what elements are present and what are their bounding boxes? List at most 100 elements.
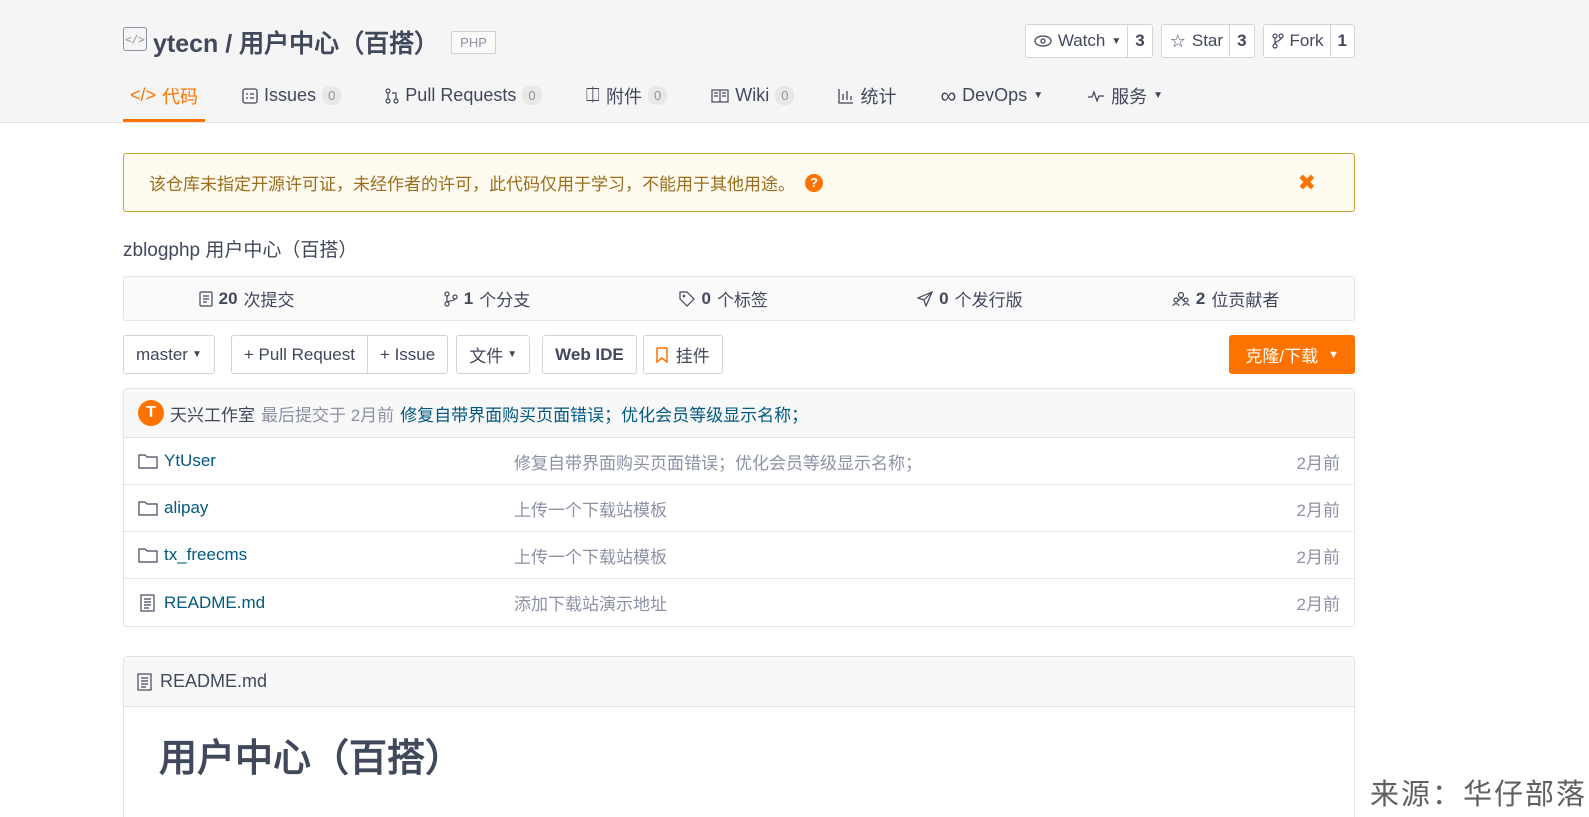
stat-value: 20 bbox=[218, 288, 238, 308]
stat-releases[interactable]: 0 个发行版 bbox=[917, 286, 1023, 311]
pulse-icon bbox=[1088, 89, 1105, 102]
repo-title[interactable]: ytecn / 用户中心（百搭） bbox=[153, 24, 439, 60]
language-badge[interactable]: PHP bbox=[451, 30, 496, 54]
watermark: 来源：华仔部落 bbox=[1369, 777, 1587, 811]
watch-label: Watch bbox=[1057, 31, 1106, 50]
stat-branches[interactable]: 1 个分支 bbox=[444, 286, 530, 311]
repo-heading: </> ytecn / 用户中心（百搭） PHP Watch ▼ 3 ☆ Star … bbox=[123, 22, 1355, 62]
repo-actions: master ▼ + Pull Request + Issue 文件 ▼ Web I… bbox=[123, 335, 1355, 374]
caret-down-icon: ▼ bbox=[507, 349, 518, 360]
file-name-link[interactable]: README.md bbox=[164, 593, 265, 613]
close-icon[interactable]: ✖ bbox=[1298, 170, 1316, 196]
last-commit-bar: T 天兴工作室 最后提交于 2月前 修复自带界面购买页面错误；优化会员等级显示名… bbox=[124, 389, 1354, 438]
file-commit-message[interactable]: 上传一个下载站模板 bbox=[514, 543, 1297, 568]
branch-label: master bbox=[136, 344, 188, 364]
tab-issues[interactable]: Issues 0 bbox=[235, 72, 348, 122]
folder-icon bbox=[138, 548, 158, 563]
tab-pull-requests[interactable]: Pull Requests 0 bbox=[378, 72, 548, 122]
branch-select[interactable]: master ▼ bbox=[123, 335, 215, 374]
stat-label: 位贡献者 bbox=[1211, 291, 1280, 310]
caret-down-icon: ▼ bbox=[1328, 348, 1339, 361]
file-commit-message[interactable]: 上传一个下载站模板 bbox=[514, 496, 1297, 521]
fork-label: Fork bbox=[1289, 31, 1324, 50]
fork-button[interactable]: Fork 1 bbox=[1262, 24, 1355, 58]
fork-icon bbox=[1271, 33, 1284, 49]
file-time: 2月前 bbox=[1296, 453, 1340, 473]
file-commit-message[interactable]: 添加下载站演示地址 bbox=[514, 590, 1297, 615]
stat-label: 次提交 bbox=[243, 291, 295, 310]
clone-label: 克隆/下载 bbox=[1245, 347, 1319, 366]
stat-tags[interactable]: 0 个标签 bbox=[679, 286, 768, 311]
star-count[interactable]: 3 bbox=[1229, 25, 1253, 57]
star-button[interactable]: ☆ Star 3 bbox=[1160, 24, 1255, 58]
caret-down-icon: ▼ bbox=[1153, 90, 1163, 101]
table-row[interactable]: alipay 上传一个下载站模板 2月前 bbox=[124, 485, 1354, 532]
notice-text: 该仓库未指定开源许可证，未经作者的许可，此代码仅用于学习，不能用于其他用途。 bbox=[149, 175, 795, 194]
send-icon bbox=[917, 290, 934, 307]
stat-label: 个发行版 bbox=[954, 291, 1023, 310]
wiki-count-badge: 0 bbox=[775, 86, 795, 105]
tab-label: 代码 bbox=[162, 86, 199, 107]
file-name-link[interactable]: YtUser bbox=[164, 451, 216, 471]
tab-label: Pull Requests bbox=[405, 85, 517, 105]
tab-label: 附件 bbox=[606, 86, 642, 107]
widget-button[interactable]: 挂件 bbox=[642, 335, 723, 374]
commit-author[interactable]: 天兴工作室 bbox=[170, 401, 255, 426]
tab-wiki[interactable]: Wiki 0 bbox=[704, 72, 801, 122]
contributors-icon bbox=[1172, 291, 1190, 306]
tab-attachments[interactable]: ⎅ 附件 0 bbox=[579, 72, 675, 122]
stat-value: 2 bbox=[1195, 288, 1206, 308]
help-icon[interactable]: ? bbox=[805, 173, 823, 192]
file-name-link[interactable]: alipay bbox=[164, 498, 208, 518]
tag-icon bbox=[679, 290, 696, 307]
file-menu-button[interactable]: 文件 ▼ bbox=[456, 335, 531, 374]
tab-label: Issues bbox=[264, 85, 317, 105]
caret-down-icon: ▼ bbox=[191, 349, 202, 360]
issues-count-badge: 0 bbox=[322, 86, 342, 105]
bookmark-icon bbox=[656, 346, 668, 363]
file-commit-message[interactable]: 修复自带界面购买页面错误；优化会员等级显示名称； bbox=[514, 449, 1297, 474]
stat-commits[interactable]: 20 次提交 bbox=[199, 286, 295, 311]
tab-devops[interactable]: ∞ DevOps ▼ bbox=[933, 72, 1050, 122]
table-row[interactable]: README.md 添加下载站演示地址 2月前 bbox=[124, 579, 1354, 626]
file-name-link[interactable]: tx_freecms bbox=[164, 545, 247, 565]
file-list: T 天兴工作室 最后提交于 2月前 修复自带界面购买页面错误；优化会员等级显示名… bbox=[123, 388, 1355, 627]
repo-stats: 20 次提交 1 个分支 0 个标签 0 个发行版 2 位贡献者 bbox=[123, 276, 1355, 321]
file-time: 2月前 bbox=[1296, 547, 1340, 567]
new-pull-request-button[interactable]: + Pull Request bbox=[230, 335, 368, 374]
watch-count[interactable]: 3 bbox=[1127, 25, 1151, 57]
folder-icon bbox=[138, 454, 158, 469]
commit-time: 最后提交于 2月前 bbox=[261, 405, 395, 425]
tab-label: DevOps bbox=[962, 85, 1028, 105]
avatar[interactable]: T bbox=[138, 400, 164, 426]
infinity-icon: ∞ bbox=[940, 82, 957, 108]
new-issue-button[interactable]: + Issue bbox=[367, 335, 449, 374]
pull-request-icon bbox=[385, 87, 399, 104]
table-row[interactable]: YtUser 修复自带界面购买页面错误；优化会员等级显示名称； 2月前 bbox=[124, 438, 1354, 485]
file-text-icon bbox=[137, 672, 152, 691]
tab-services[interactable]: 服务 ▼ bbox=[1080, 72, 1170, 122]
stat-value: 1 bbox=[463, 288, 474, 308]
wiki-icon bbox=[711, 88, 729, 103]
tab-stats[interactable]: 统计 bbox=[831, 72, 903, 122]
stat-label: 个标签 bbox=[716, 291, 768, 310]
file-time: 2月前 bbox=[1296, 500, 1340, 520]
readme-heading: 用户中心（百搭） bbox=[159, 738, 464, 780]
table-row[interactable]: tx_freecms 上传一个下载站模板 2月前 bbox=[124, 532, 1354, 579]
commit-message-link[interactable]: 修复自带界面购买页面错误；优化会员等级显示名称； bbox=[400, 401, 808, 426]
tab-label: 统计 bbox=[860, 86, 897, 107]
stat-contributors[interactable]: 2 位贡献者 bbox=[1172, 286, 1279, 311]
attachments-count-badge: 0 bbox=[648, 86, 668, 105]
stats-icon bbox=[838, 88, 854, 104]
clone-download-button[interactable]: 克隆/下载 ▼ bbox=[1229, 335, 1355, 374]
readme-header: README.md bbox=[124, 657, 1354, 707]
pr-count-badge: 0 bbox=[522, 86, 542, 105]
web-ide-button[interactable]: Web IDE bbox=[542, 335, 637, 374]
tab-label: 服务 bbox=[1111, 86, 1148, 107]
tab-code[interactable]: </> 代码 bbox=[123, 72, 206, 122]
issues-icon bbox=[242, 87, 258, 104]
repo-description: zblogphp 用户中心（百搭） bbox=[123, 240, 358, 261]
fork-count[interactable]: 1 bbox=[1329, 25, 1354, 57]
watch-button[interactable]: Watch ▼ 3 bbox=[1024, 24, 1153, 58]
file-time: 2月前 bbox=[1296, 595, 1340, 614]
